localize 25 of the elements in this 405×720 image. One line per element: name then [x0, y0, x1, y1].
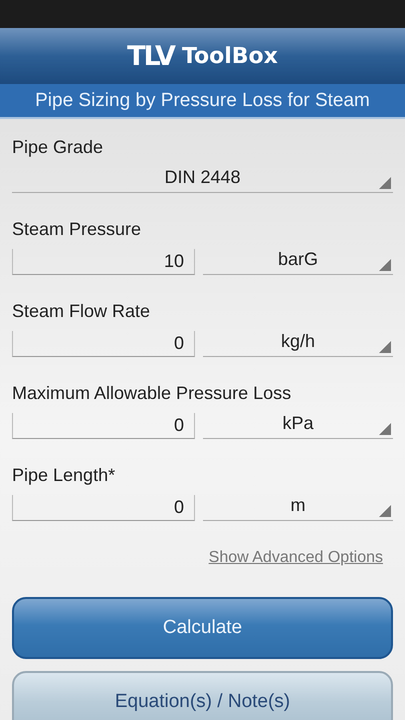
dropdown-triangle-icon	[379, 505, 391, 517]
input-field[interactable]: 0	[12, 331, 195, 357]
unit-dropdown[interactable]: kPa	[203, 408, 393, 439]
field-label: Maximum Allowable Pressure Loss	[12, 383, 292, 404]
field-label: Pipe Grade	[12, 137, 104, 158]
dropdown-triangle-icon	[379, 341, 391, 353]
unit-dropdown[interactable]: barG	[203, 244, 393, 275]
dropdown-triangle-icon	[379, 423, 391, 435]
dropdown-triangle-icon	[379, 259, 391, 271]
field-label: Steam Pressure	[12, 219, 142, 240]
input-field[interactable]: 0	[12, 413, 195, 439]
page-title: Pipe Sizing by Pressure Loss for Steam	[0, 84, 405, 119]
field-label: Steam Flow Rate	[12, 301, 152, 322]
unit-dropdown[interactable]: m	[203, 490, 393, 521]
app-title: ToolBox	[182, 44, 278, 68]
dropdown[interactable]: DIN 2448	[12, 162, 393, 193]
logo: TLV	[127, 40, 174, 72]
input-field[interactable]: 10	[12, 249, 195, 275]
dropdown-triangle-icon	[379, 177, 391, 189]
input-field[interactable]: 0	[12, 495, 195, 521]
unit-dropdown[interactable]: kg/h	[203, 326, 393, 357]
calculate-button[interactable]: Calculate	[12, 597, 393, 659]
notes-button[interactable]: Equation(s) / Note(s)	[12, 671, 393, 720]
advanced-options-link[interactable]: Show Advanced Options	[208, 549, 383, 567]
field-label: Pipe Length*	[12, 465, 116, 486]
